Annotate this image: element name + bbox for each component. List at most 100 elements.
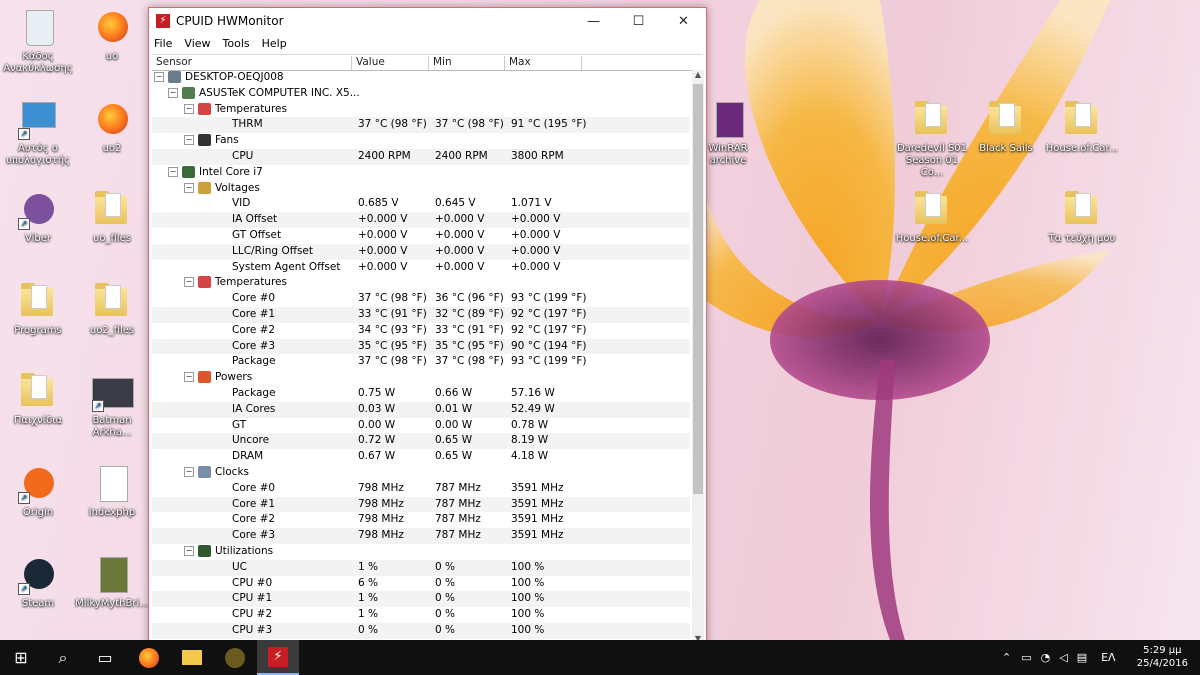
chevron-up-icon[interactable]: ⌃: [1002, 651, 1011, 664]
sensor-row[interactable]: Core #1 798 MHz 787 MHz 3591 MHz: [152, 496, 690, 513]
hwmonitor-window[interactable]: ⚡ CPUID HWMonitor — ☐ ✕ File View Tools …: [148, 7, 707, 649]
menu-help[interactable]: Help: [262, 37, 287, 50]
collapse-toggle-icon[interactable]: −: [184, 545, 194, 556]
sensor-label: GT: [232, 418, 247, 431]
menu-tools[interactable]: Tools: [223, 37, 250, 50]
desktop-icon-uo2[interactable]: uo2: [74, 100, 150, 155]
sensor-row[interactable]: System Agent Offset +0.000 V +0.000 V +0.00…: [152, 260, 690, 276]
wifi-icon[interactable]: ◔: [1041, 651, 1051, 664]
tree-node[interactable]: − DESKTOP-OEQJ008: [152, 70, 690, 86]
desktop-icon-black-sails[interactable]: Black Sails: [968, 100, 1044, 155]
collapse-toggle-icon[interactable]: −: [184, 466, 194, 477]
desktop-icon-batman[interactable]: ↗ Batman Arkha...: [74, 372, 150, 439]
sensor-tree[interactable]: − DESKTOP-OEQJ008− ASUSTeK COMPUTER INC. X…: [152, 70, 690, 646]
tree-node[interactable]: − Voltages: [152, 181, 690, 197]
collapse-toggle-icon[interactable]: −: [184, 103, 194, 114]
minimize-button[interactable]: —: [571, 8, 616, 34]
sensor-row[interactable]: GT 0.00 W 0.00 W 0.78 W: [152, 418, 690, 434]
close-button[interactable]: ✕: [661, 8, 706, 34]
desktop-icon-house-of-cards-2[interactable]: House.of.Car...: [894, 190, 970, 245]
sensor-row[interactable]: CPU #3 0 % 0 % 100 %: [152, 622, 690, 639]
desktop-icon-steam[interactable]: ↗ Steam: [0, 555, 76, 610]
column-min[interactable]: Min: [429, 56, 505, 70]
desktop-icon-house-of-cards-1[interactable]: House.of.Car...: [1044, 100, 1120, 155]
sensor-row[interactable]: IA Offset +0.000 V +0.000 V +0.000 V: [152, 212, 690, 228]
volume-icon[interactable]: ◁: [1059, 651, 1067, 664]
desktop-icon-indexphp[interactable]: indexphp: [74, 464, 150, 519]
sensor-row[interactable]: Core #1 33 °C (91 °F) 32 °C (89 °F) 92 °C (…: [152, 306, 690, 323]
taskbar-file-explorer[interactable]: [171, 640, 213, 675]
desktop-icon-viber[interactable]: ↗ Viber: [0, 190, 76, 245]
collapse-toggle-icon[interactable]: −: [184, 182, 194, 193]
sensor-row[interactable]: THRM 37 °C (98 °F) 37 °C (98 °F) 91 °C (195…: [152, 117, 690, 134]
sensor-row[interactable]: Core #2 34 °C (93 °F) 33 °C (91 °F) 92 °C (…: [152, 323, 690, 339]
desktop-icon-uo[interactable]: uo: [74, 8, 150, 63]
collapse-toggle-icon[interactable]: −: [184, 135, 194, 146]
sensor-label: Intel Core i7: [199, 165, 263, 178]
tree-node[interactable]: − Powers: [152, 370, 690, 386]
tree-node[interactable]: − Fans: [152, 133, 690, 149]
title-bar[interactable]: ⚡ CPUID HWMonitor — ☐ ✕: [149, 8, 706, 34]
taskbar-hwmonitor[interactable]: ⚡: [257, 640, 299, 675]
sensor-row[interactable]: CPU #0 6 % 0 % 100 %: [152, 576, 690, 592]
taskbar-firefox[interactable]: [128, 640, 170, 675]
start-button[interactable]: ⊞: [0, 640, 42, 675]
sensor-row[interactable]: GT Offset +0.000 V +0.000 V +0.000 V: [152, 228, 690, 244]
collapse-toggle-icon[interactable]: −: [168, 87, 178, 98]
tree-node[interactable]: − Clocks: [152, 465, 690, 481]
language-indicator[interactable]: ΕΛ: [1101, 651, 1115, 664]
sensor-row[interactable]: Package 0.75 W 0.66 W 57.16 W: [152, 386, 690, 402]
sensor-row[interactable]: Core #0 798 MHz 787 MHz 3591 MHz: [152, 481, 690, 497]
scroll-thumb[interactable]: [693, 84, 703, 494]
column-sensor[interactable]: Sensor: [152, 56, 352, 70]
tree-node[interactable]: − Temperatures: [152, 275, 690, 291]
sensor-row[interactable]: Uncore 0.72 W 0.65 W 8.19 W: [152, 433, 690, 450]
sensor-row[interactable]: CPU #2 1 % 0 % 100 %: [152, 607, 690, 623]
desktop-icon-my-issues[interactable]: Τα τεύχη μου: [1044, 190, 1120, 245]
sensor-row[interactable]: DRAM 0.67 W 0.65 W 4.18 W: [152, 449, 690, 465]
taskbar-hon[interactable]: [214, 640, 256, 675]
sensor-row[interactable]: CPU #1 1 % 0 % 100 %: [152, 591, 690, 608]
sensor-row[interactable]: VID 0.685 V 0.645 V 1.071 V: [152, 196, 690, 212]
desktop-icon-uo2-files[interactable]: uo2_files: [74, 282, 150, 337]
sensor-row[interactable]: IA Cores 0.03 W 0.01 W 52.49 W: [152, 401, 690, 418]
column-max[interactable]: Max: [505, 56, 582, 70]
tree-node[interactable]: − Utilizations: [152, 544, 690, 560]
desktop-icon-recycle-bin[interactable]: Κάδος Ανακύκλωσης: [0, 8, 76, 75]
tree-node[interactable]: − ASUSTeK COMPUTER INC. X5...: [152, 86, 690, 102]
collapse-toggle-icon[interactable]: −: [184, 277, 194, 288]
scroll-up-icon[interactable]: ▲: [692, 70, 704, 82]
action-center-icon[interactable]: ▤: [1077, 651, 1087, 664]
sensor-value: +0.000 V: [358, 228, 408, 241]
sensor-row[interactable]: Core #2 798 MHz 787 MHz 3591 MHz: [152, 512, 690, 528]
tree-node[interactable]: − Temperatures: [152, 102, 690, 118]
collapse-toggle-icon[interactable]: −: [168, 166, 178, 177]
sensor-row[interactable]: Core #3 798 MHz 787 MHz 3591 MHz: [152, 528, 690, 544]
vertical-scrollbar[interactable]: ▲ ▼: [692, 70, 704, 646]
sensor-row[interactable]: Package 37 °C (98 °F) 37 °C (98 °F) 93 °C (…: [152, 354, 690, 370]
desktop-icon-origin[interactable]: ↗ Origin: [0, 464, 76, 519]
desktop-icon-daredevil[interactable]: Daredevil S01 Season 01 Co...: [894, 100, 970, 179]
column-value[interactable]: Value: [352, 56, 429, 70]
sensor-row[interactable]: CPU 2400 RPM 2400 RPM 3800 RPM: [152, 148, 690, 165]
desktop-icon-uo-files[interactable]: uo_files: [74, 190, 150, 245]
sensor-min: 37 °C (98 °F): [435, 118, 504, 131]
maximize-button[interactable]: ☐: [616, 8, 661, 34]
battery-icon[interactable]: ▭: [1021, 651, 1031, 664]
desktop-icon-programs[interactable]: Programs: [0, 282, 76, 337]
menu-file[interactable]: File: [154, 37, 172, 50]
sensor-row[interactable]: UC 1 % 0 % 100 %: [152, 559, 690, 576]
search-button[interactable]: ⌕: [42, 640, 84, 675]
sensor-row[interactable]: Core #3 35 °C (95 °F) 35 °C (95 °F) 90 °C (…: [152, 338, 690, 355]
desktop-icon-this-pc[interactable]: ↗ Αυτός ο υπολογιστής: [0, 100, 76, 167]
task-view-button[interactable]: ▭: [84, 640, 126, 675]
sensor-row[interactable]: Core #0 37 °C (98 °F) 36 °C (96 °F) 93 °C (…: [152, 291, 690, 307]
menu-view[interactable]: View: [184, 37, 210, 50]
desktop-icon-milkymyth[interactable]: MilkyMythBri...: [74, 555, 150, 610]
tree-node[interactable]: − Intel Core i7: [152, 165, 690, 181]
clock[interactable]: 5:29 μμ 25/4/2016: [1137, 644, 1188, 670]
collapse-toggle-icon[interactable]: −: [184, 372, 194, 383]
sensor-row[interactable]: LLC/Ring Offset +0.000 V +0.000 V +0.000 V: [152, 243, 690, 260]
collapse-toggle-icon[interactable]: −: [154, 72, 164, 82]
desktop-icon-games[interactable]: Παιχνίδια: [0, 372, 76, 427]
